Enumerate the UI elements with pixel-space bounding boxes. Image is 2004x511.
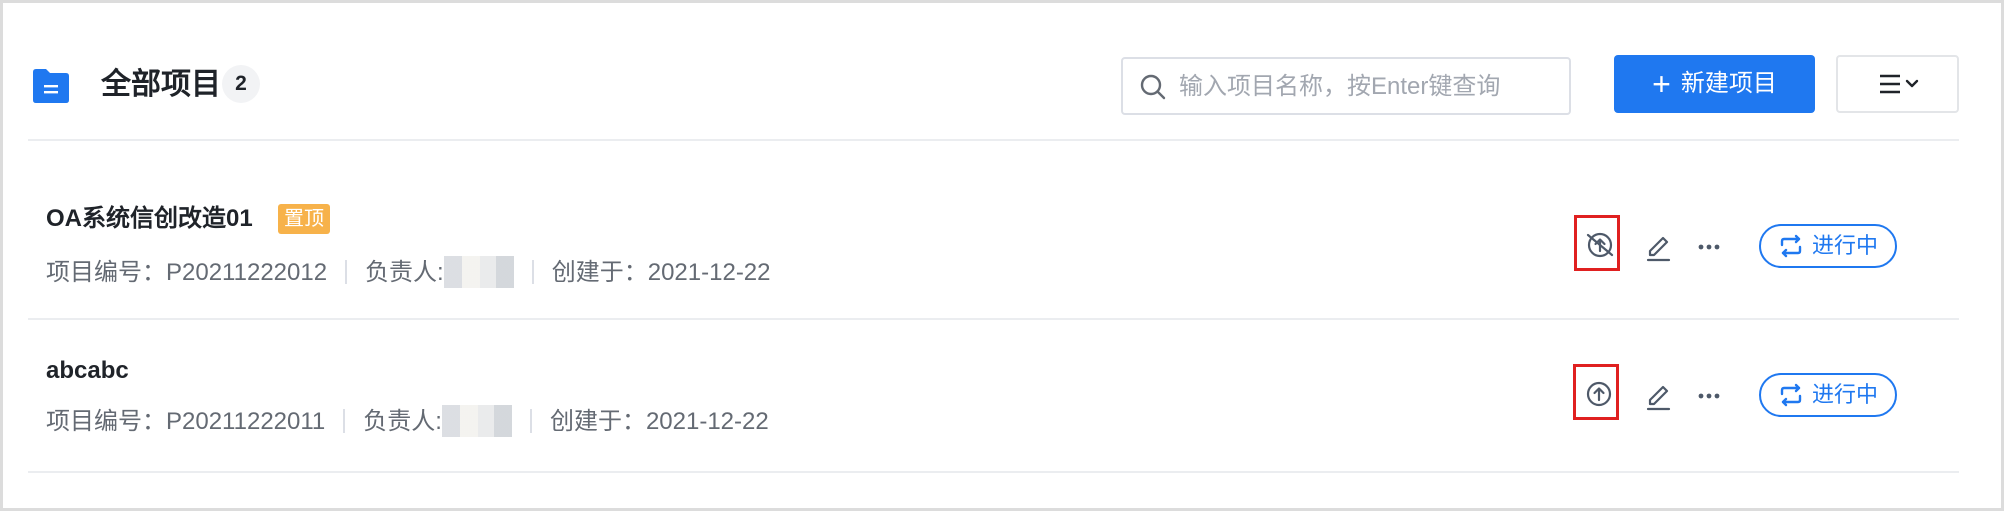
search-icon bbox=[1140, 74, 1166, 100]
owner-name-redacted bbox=[441, 405, 512, 437]
folder-icon bbox=[33, 69, 69, 103]
more-icon[interactable] bbox=[1689, 225, 1729, 265]
project-code: P20211222012 bbox=[166, 259, 328, 286]
created-label: 创建于： bbox=[551, 259, 648, 286]
project-code: P20211222011 bbox=[166, 408, 326, 435]
new-project-button[interactable]: + 新建项目 bbox=[1614, 55, 1815, 113]
project-meta: 项目编号：P20211222012 负责人: 创建于：2021-12-22 bbox=[46, 256, 771, 289]
project-count-badge: 2 bbox=[222, 65, 260, 103]
created-date: 2021-12-22 bbox=[645, 408, 769, 435]
status-label: 进行中 bbox=[1811, 382, 1878, 407]
divider bbox=[345, 260, 348, 284]
created-date: 2021-12-22 bbox=[647, 259, 771, 286]
owner-name-redacted bbox=[443, 256, 514, 288]
unpin-icon[interactable] bbox=[1580, 225, 1620, 265]
list-menu-icon bbox=[1880, 74, 1919, 94]
project-name[interactable]: OA系统信创改造01 bbox=[46, 203, 253, 235]
page-title: 全部项目 bbox=[101, 68, 221, 101]
project-row[interactable]: abcabc 项目编号：P20211222011 负责人: 创建于：2021-12-… bbox=[28, 320, 1959, 473]
divider bbox=[343, 409, 346, 433]
project-row[interactable]: OA系统信创改造01 置顶 项目编号：P20211222012 负责人: 创建于：2… bbox=[28, 141, 1959, 320]
created-label: 创建于： bbox=[549, 408, 646, 435]
more-icon[interactable] bbox=[1689, 374, 1729, 414]
project-list-page: 全部项目 2 +新建项目 OA系统信创改造01 置顶 项目编号：P202112 bbox=[0, 0, 2004, 511]
project-search-box[interactable] bbox=[1121, 57, 1571, 115]
owner-label: 负责人: bbox=[365, 259, 444, 286]
view-menu-button[interactable] bbox=[1836, 55, 1959, 113]
edit-icon[interactable] bbox=[1638, 374, 1678, 414]
project-code-label: 项目编号： bbox=[46, 259, 166, 286]
divider bbox=[529, 409, 532, 433]
plus-icon: + bbox=[1652, 66, 1671, 102]
cycle-icon bbox=[1780, 383, 1802, 407]
page-header: 全部项目 2 + 新建项目 bbox=[28, 33, 1959, 141]
divider bbox=[531, 260, 534, 284]
pinned-tag: 置顶 bbox=[278, 204, 330, 234]
cycle-icon bbox=[1780, 234, 1802, 258]
status-label: 进行中 bbox=[1811, 233, 1878, 258]
project-code-label: 项目编号： bbox=[46, 408, 166, 435]
owner-label: 负责人: bbox=[363, 408, 442, 435]
search-input[interactable] bbox=[1177, 67, 1557, 107]
project-meta: 项目编号：P20211222011 负责人: 创建于：2021-12-22 bbox=[46, 405, 769, 438]
new-project-label: 新建项目 bbox=[1680, 70, 1777, 97]
pin-top-icon[interactable] bbox=[1579, 374, 1619, 414]
project-name[interactable]: abcabc bbox=[46, 355, 129, 387]
status-button[interactable]: 进行中 bbox=[1759, 373, 1897, 417]
edit-icon[interactable] bbox=[1638, 225, 1678, 265]
status-button[interactable]: 进行中 bbox=[1759, 224, 1897, 268]
